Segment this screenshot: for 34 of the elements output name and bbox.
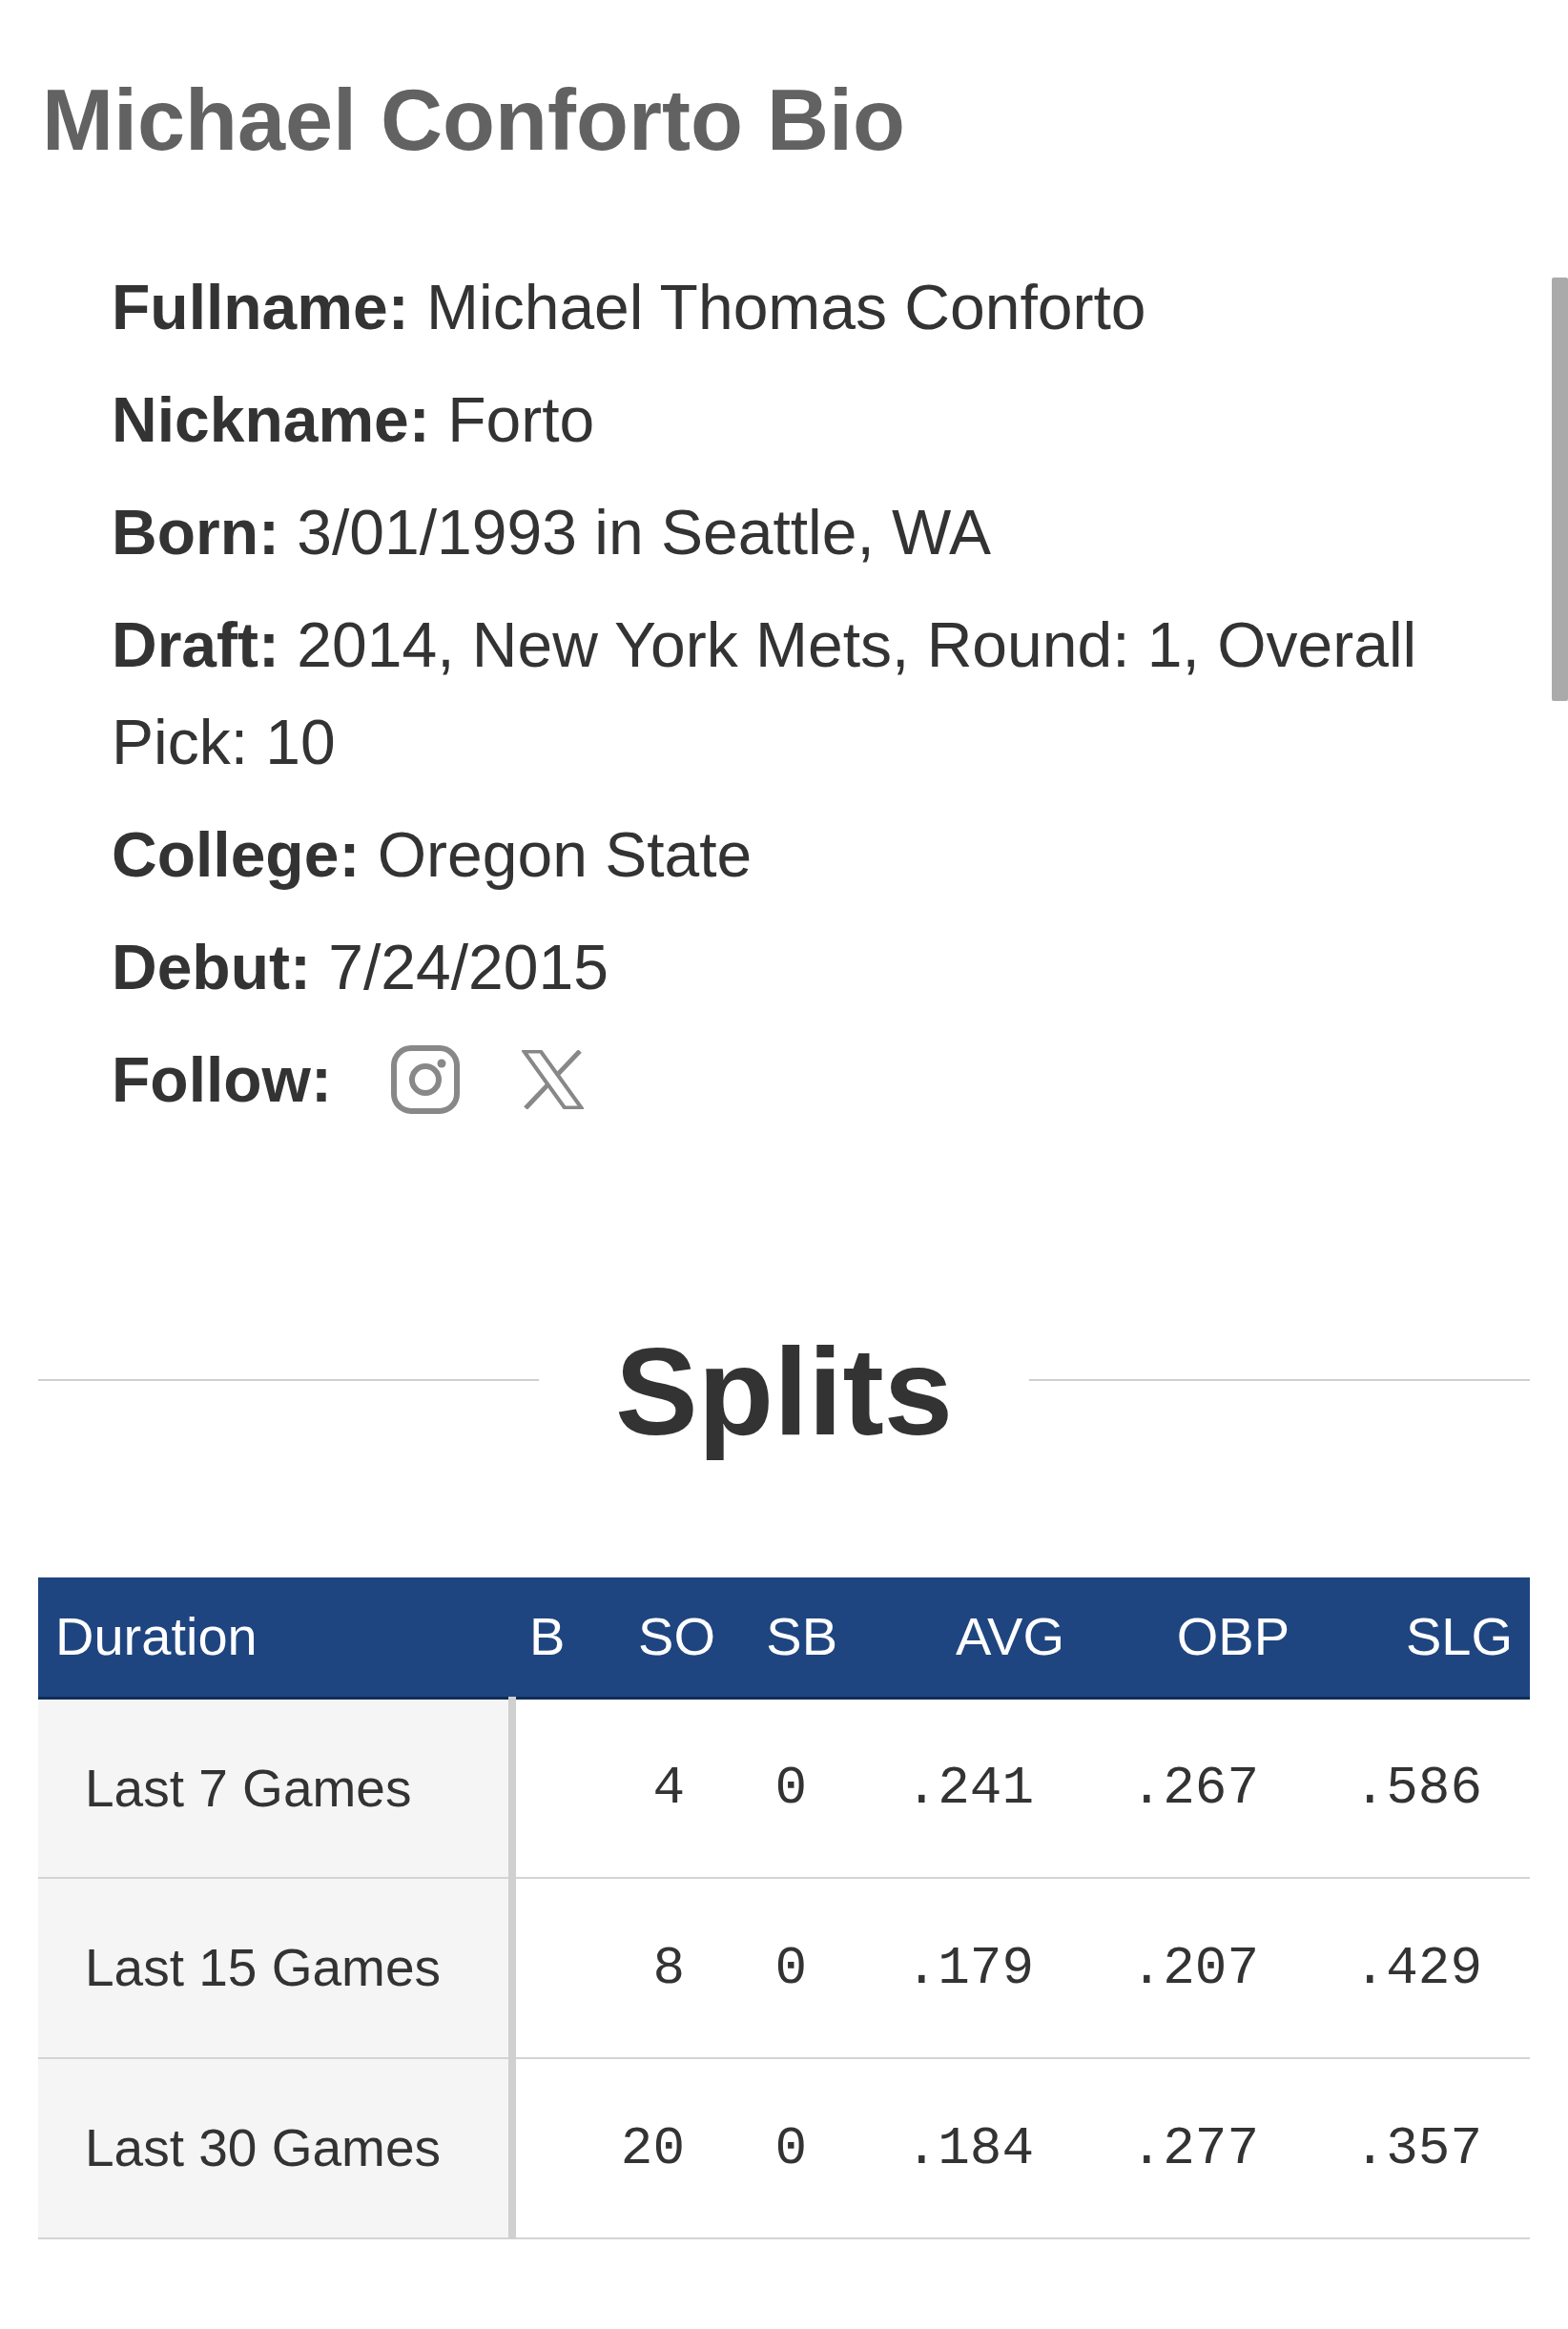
bio-field: Fullname: Michael Thomas Conforto [112,258,1447,356]
table-cell: .277 [1082,2058,1307,2238]
table-cell: 0 [732,1878,855,2058]
camera-icon[interactable] [390,1045,460,1114]
table-cell: 8 [572,1878,732,2058]
table-cell: .267 [1082,1698,1307,1878]
x-letter-icon[interactable] [521,1050,584,1109]
table-cell: 0 [732,1698,855,1878]
column-header: OBP [1082,1577,1307,1698]
bio-field: Born: 3/01/1993 in Seattle, WA [112,484,1447,581]
bio-field: College: Oregon State [112,806,1447,903]
column-header: Duration [38,1577,512,1698]
table-cell: 0 [732,2058,855,2238]
table-cell: 20 [572,2058,732,2238]
table-cell: .357 [1307,2058,1530,2238]
column-header: SB [732,1577,855,1698]
bio-field: Draft: 2014, New York Mets, Round: 1, Overall Pick: 10 [112,596,1447,791]
page-title: Michael Conforto Bio [42,72,906,170]
table-cell: .586 [1307,1698,1530,1878]
column-header: B [512,1577,572,1698]
table-cell: .207 [1082,1878,1307,2058]
table-cell: 4 [572,1698,732,1878]
bio-field: Debut: 7/24/2015 [112,918,1447,1016]
table-cell: .429 [1307,1878,1530,2058]
column-header: SO [572,1577,732,1698]
column-header: SLG [1307,1577,1530,1698]
follow-label: Follow: [112,1043,332,1117]
section-heading: Splits [615,1321,953,1463]
table-cell: .179 [855,1878,1082,2058]
table-cell: .241 [855,1698,1082,1878]
bio-field: Nickname: Forto [112,371,1447,468]
table-cell: .184 [855,2058,1082,2238]
scrollbar-thumb[interactable] [1552,278,1568,701]
column-header: AVG [855,1577,1082,1698]
